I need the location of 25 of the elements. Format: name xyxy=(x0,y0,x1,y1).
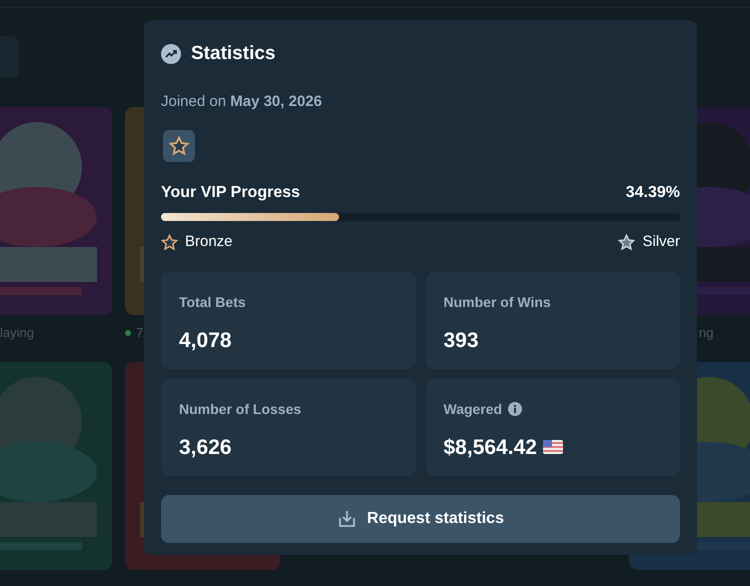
stat-label: Number of Losses xyxy=(179,400,302,418)
request-statistics-button[interactable]: Request statistics xyxy=(161,494,680,542)
vip-progress-label: Your VIP Progress xyxy=(161,183,300,203)
stat-value: $8,564.42 xyxy=(444,434,537,460)
current-tier-label: Bronze xyxy=(185,232,233,252)
stat-label: Wagered xyxy=(444,400,502,419)
stat-value: 3,626 xyxy=(179,434,232,460)
info-icon xyxy=(508,402,522,416)
joined-date: Joined on May 30, 2026 xyxy=(161,92,323,112)
star-icon xyxy=(618,234,636,251)
trend-icon xyxy=(161,44,181,64)
next-tier-label: Silver xyxy=(642,232,680,252)
download-icon xyxy=(337,508,358,528)
star-icon xyxy=(161,234,178,251)
star-icon xyxy=(169,136,189,156)
player-count: ng xyxy=(699,324,714,342)
modal-title: Statistics xyxy=(191,42,276,66)
stat-label: Number of Wins xyxy=(444,292,551,312)
player-count: laying xyxy=(0,324,34,342)
stat-label: Total Bets xyxy=(179,292,246,312)
stat-value: 4,078 xyxy=(179,328,232,354)
stat-value: 393 xyxy=(444,328,479,354)
vip-progress-percent: 34.39% xyxy=(626,183,680,203)
flag-icon xyxy=(542,440,563,454)
player-count: 7 xyxy=(136,324,144,342)
